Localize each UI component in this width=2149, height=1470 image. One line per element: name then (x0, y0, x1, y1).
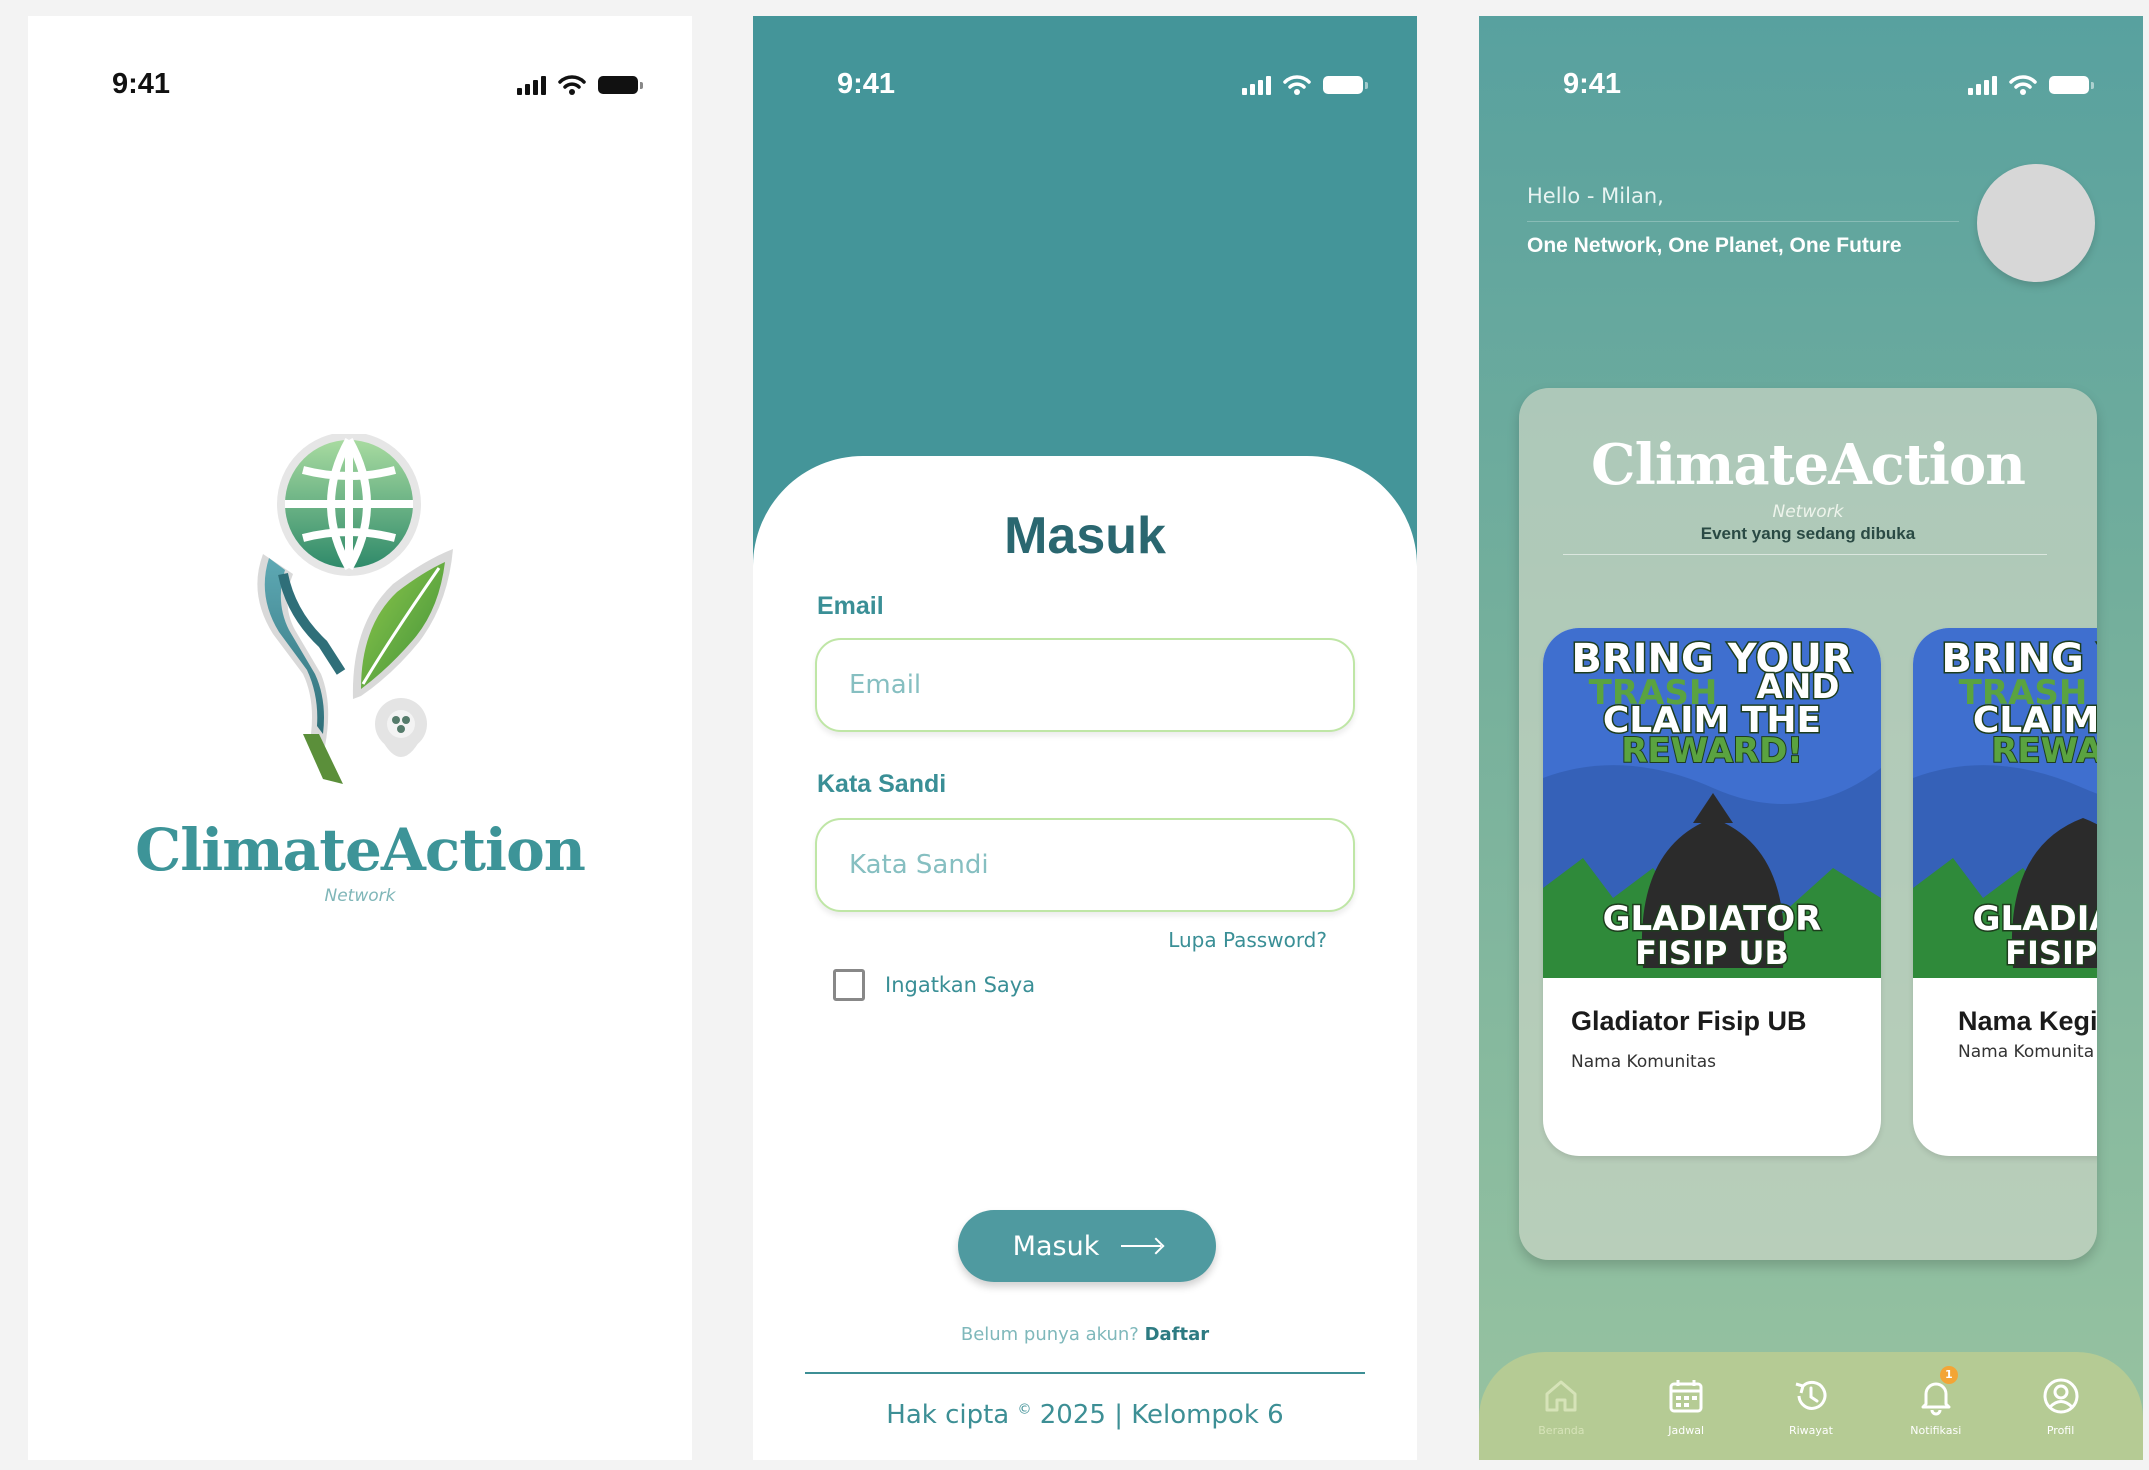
copyright-prefix: Hak cipta (886, 1400, 1010, 1430)
login-button[interactable]: Masuk (958, 1210, 1216, 1282)
poster-text: GLADIATOR (1973, 899, 2097, 939)
event-community: Nama Komunitas (1571, 1052, 1716, 1072)
status-icons (1242, 74, 1368, 96)
email-field[interactable] (815, 638, 1355, 732)
forgot-password-link[interactable]: Lupa Password? (1168, 928, 1327, 952)
signup-row: Belum punya akun? Daftar (753, 1324, 1417, 1345)
divider (805, 1372, 1365, 1374)
brand-wordmark: ClimateAction (1591, 432, 2026, 498)
nav-label: Jadwal (1668, 1423, 1705, 1437)
wifi-icon (1283, 75, 1311, 95)
event-community: Nama Komunita (1958, 1042, 2095, 1062)
profile-icon (2043, 1378, 2079, 1413)
divider (1563, 554, 2047, 555)
poster-text: REWARD! (1621, 731, 1803, 771)
no-account-text: Belum punya akun? (960, 1324, 1139, 1345)
poster-text: REWARD! (1991, 731, 2097, 771)
status-bar: 9:41 (1479, 56, 2143, 116)
brand-wordmark: ClimateAction (135, 816, 586, 884)
event-poster-image: BRING YOUR TRASH AND CLAIM THE REWARD! G… (1543, 628, 1881, 978)
signal-icon (1242, 75, 1271, 95)
copyright-text: Hak cipta © 2025 | Kelompok 6 (753, 1400, 1417, 1430)
divider (1527, 221, 1959, 222)
calendar-icon (1669, 1379, 1703, 1412)
battery-icon (2049, 76, 2094, 94)
nav-item-notifikasi[interactable]: 1 Notifikasi (1886, 1365, 1986, 1437)
event-title: Nama Kegi (1958, 1006, 2097, 1036)
event-poster-image: BRING YOUR TRASH AND CLAIM THE REWARD! G… (1913, 628, 2097, 978)
event-panel: ClimateAction Network Event yang sedang … (1519, 388, 2097, 1260)
battery-icon (1323, 76, 1368, 94)
login-title: Masuk (1004, 507, 1166, 565)
poster-text: FISIP UB (1635, 934, 1789, 972)
poster-text: FISIP UB (2005, 934, 2097, 972)
remember-me-label: Ingatkan Saya (885, 973, 1036, 997)
brand-subtitle: Network (1772, 502, 1844, 522)
nav-label: Profil (2046, 1423, 2075, 1437)
history-icon (1795, 1380, 1827, 1410)
signup-link[interactable]: Daftar (1145, 1324, 1210, 1345)
splash-screen: 9:41 ClimateAction Network (28, 16, 692, 1460)
home-screen: 9:41 Hello - Milan, One Network, One Pla… (1479, 16, 2143, 1460)
event-card[interactable]: BRING YOUR TRASH AND CLAIM THE REWARD! G… (1543, 628, 1881, 1156)
status-time: 9:41 (1563, 68, 1622, 100)
remember-me-checkbox[interactable] (833, 969, 865, 1001)
login-button-label: Masuk (1012, 1230, 1100, 1262)
nav-label: Riwayat (1788, 1423, 1833, 1437)
login-screen: 9:41 Masuk Email Kata Sandi Lupa Passwor… (753, 16, 1417, 1460)
notification-badge: 1 (1939, 1365, 1958, 1384)
section-caption: Event yang sedang dibuka (1700, 524, 1916, 543)
climate-action-logo (257, 434, 453, 784)
password-field[interactable] (815, 818, 1355, 912)
nav-label: Notifikasi (1910, 1423, 1962, 1437)
brand-subtitle: Network (324, 886, 396, 906)
status-time: 9:41 (837, 68, 896, 100)
avatar[interactable] (1977, 164, 2095, 282)
wifi-icon (558, 75, 586, 95)
copyright-suffix: 2025 | Kelompok 6 (1039, 1400, 1284, 1430)
battery-icon (598, 76, 643, 94)
poster-text: GLADIATOR (1603, 899, 1822, 939)
wifi-icon (2009, 75, 2037, 95)
status-time: 9:41 (112, 68, 171, 100)
remember-me-row[interactable]: Ingatkan Saya (833, 969, 1035, 1001)
status-icons (517, 74, 643, 96)
tagline: One Network, One Planet, One Future (1527, 234, 1902, 257)
email-label: Email (817, 592, 884, 620)
arrow-right-icon (1121, 1245, 1162, 1247)
event-card[interactable]: BRING YOUR TRASH AND CLAIM THE REWARD! G… (1913, 628, 2097, 1156)
bottom-nav: Beranda Jadwal Riwayat 1 Notifikasi Prof… (1479, 1352, 2143, 1460)
status-bar: 9:41 (28, 56, 692, 116)
event-title: Gladiator Fisip UB (1571, 1006, 1807, 1036)
nav-label: Beranda (1538, 1423, 1585, 1437)
greeting-text: Hello - Milan, (1527, 184, 1664, 208)
status-icons (1968, 74, 2094, 96)
login-card: Masuk Email Kata Sandi Lupa Password? In… (753, 456, 1417, 1460)
home-icon (1545, 1380, 1577, 1411)
signal-icon (1968, 75, 1997, 95)
signal-icon (517, 75, 546, 95)
password-label: Kata Sandi (817, 770, 947, 798)
status-bar: 9:41 (753, 56, 1417, 116)
nav-item-jadwal[interactable]: Jadwal (1636, 1376, 1736, 1437)
nav-item-riwayat[interactable]: Riwayat (1761, 1376, 1861, 1437)
nav-item-beranda[interactable]: Beranda (1511, 1376, 1611, 1437)
nav-item-profil[interactable]: Profil (2011, 1376, 2111, 1437)
copyright-symbol: © (1017, 1401, 1032, 1418)
